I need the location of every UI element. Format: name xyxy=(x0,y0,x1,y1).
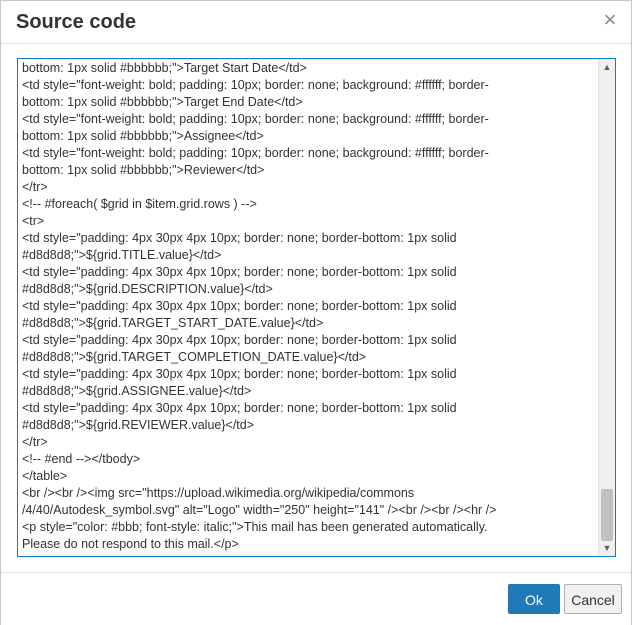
code-line: <p style="color: #bbb; font-style: itali… xyxy=(22,520,488,534)
code-line: <tr> xyxy=(22,214,45,228)
cancel-button[interactable]: Cancel xyxy=(564,584,622,614)
code-line: #d8d8d8;">${grid.REVIEWER.value}</td> xyxy=(22,418,255,432)
code-line: </tr> xyxy=(22,180,48,194)
code-line: bottom: 1px solid #bbbbbb;">Assignee</td… xyxy=(22,129,264,143)
code-line: #d8d8d8;">${grid.TARGET_START_DATE.value… xyxy=(22,316,324,330)
code-line: #d8d8d8;">${grid.TARGET_COMPLETION_DATE.… xyxy=(22,350,367,364)
code-line: <td style="padding: 4px 30px 4px 10px; b… xyxy=(22,299,457,313)
code-line: bottom: 1px solid #bbbbbb;">Target Start… xyxy=(22,61,307,75)
code-line: <td style="padding: 4px 30px 4px 10px; b… xyxy=(22,265,457,279)
code-line: </tr> xyxy=(22,435,48,449)
code-line: <br /><br /><img src="https://upload.wik… xyxy=(22,486,415,500)
code-line: Please do not respond to this mail.</p> xyxy=(22,537,239,551)
code-line: #d8d8d8;">${grid.DESCRIPTION.value}</td> xyxy=(22,282,273,296)
vertical-scrollbar[interactable]: ▲ ▼ xyxy=(598,59,615,556)
code-line: <td style="font-weight: bold; padding: 1… xyxy=(22,146,489,160)
code-line: <td style="padding: 4px 30px 4px 10px; b… xyxy=(22,231,457,245)
code-line: bottom: 1px solid #bbbbbb;">Target End D… xyxy=(22,95,303,109)
code-line: <td style="padding: 4px 30px 4px 10px; b… xyxy=(22,401,457,415)
dialog-footer: Ok Cancel xyxy=(1,572,631,625)
source-code-dialog: Source code × bottom: 1px solid #bbbbbb;… xyxy=(0,0,632,625)
scrollbar-thumb[interactable] xyxy=(601,489,613,541)
code-line: #d8d8d8;">${grid.ASSIGNEE.value}</td> xyxy=(22,384,252,398)
source-code-textarea[interactable]: bottom: 1px solid #bbbbbb;">Target Start… xyxy=(17,58,616,557)
source-code-content[interactable]: bottom: 1px solid #bbbbbb;">Target Start… xyxy=(22,60,598,553)
code-line: </table> xyxy=(22,469,68,483)
code-line: /4/40/Autodesk_symbol.svg" alt="Logo" wi… xyxy=(22,503,497,517)
ok-button[interactable]: Ok xyxy=(508,584,560,614)
dialog-header: Source code × xyxy=(1,1,631,44)
code-line: bottom: 1px solid #bbbbbb;">Reviewer</td… xyxy=(22,163,265,177)
code-line: <td style="padding: 4px 30px 4px 10px; b… xyxy=(22,333,457,347)
code-line: <td style="font-weight: bold; padding: 1… xyxy=(22,112,489,126)
scroll-up-icon[interactable]: ▲ xyxy=(599,59,615,75)
dialog-body: bottom: 1px solid #bbbbbb;">Target Start… xyxy=(1,44,631,572)
code-line: <!-- #end --></tbody> xyxy=(22,452,141,466)
code-line: #d8d8d8;">${grid.TITLE.value}</td> xyxy=(22,248,222,262)
dialog-title: Source code xyxy=(16,11,137,33)
scroll-down-icon[interactable]: ▼ xyxy=(599,540,615,556)
code-line: <td style="padding: 4px 30px 4px 10px; b… xyxy=(22,367,457,381)
code-line: <!-- #foreach( $grid in $item.grid.rows … xyxy=(22,197,257,211)
close-icon[interactable]: × xyxy=(599,9,621,31)
code-line: <td style="font-weight: bold; padding: 1… xyxy=(22,78,489,92)
